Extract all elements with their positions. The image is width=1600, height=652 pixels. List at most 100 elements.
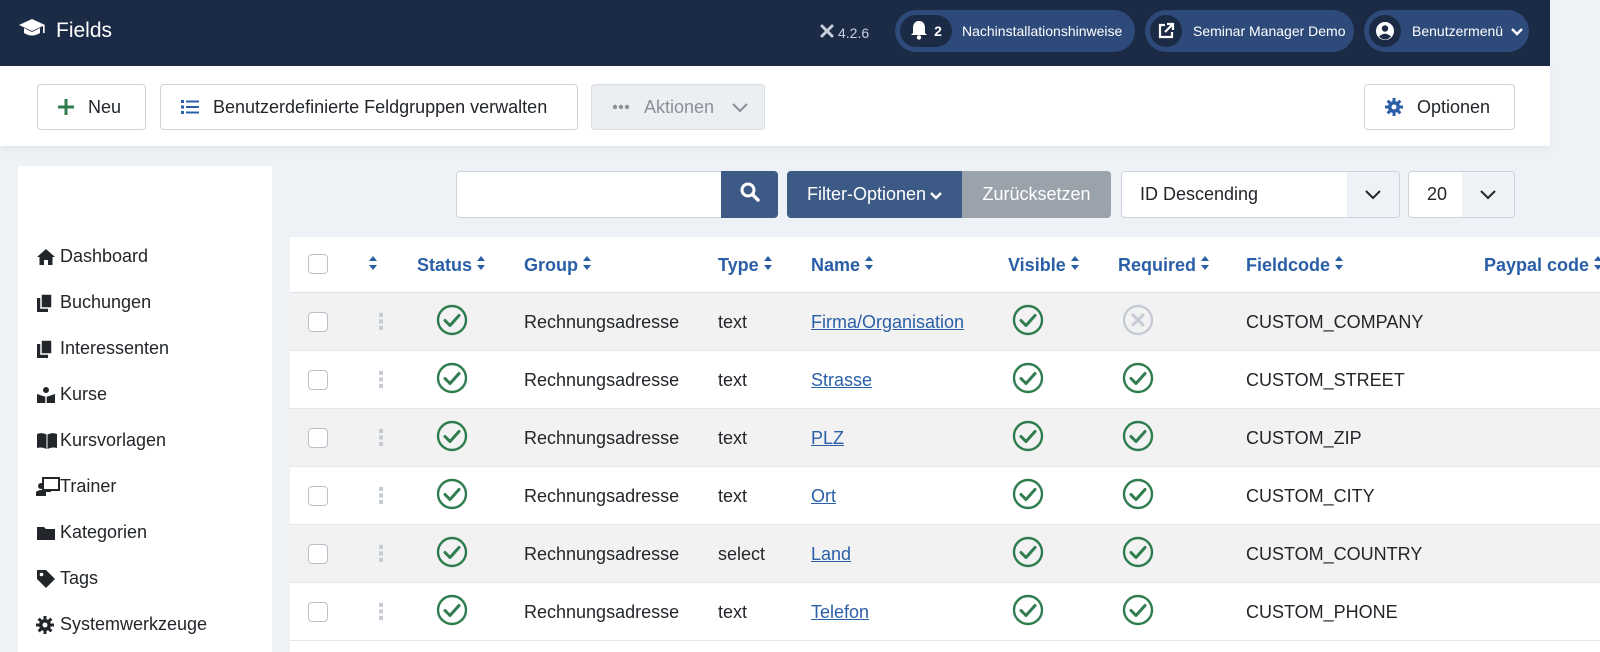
drag-handle-icon[interactable]: ⋮ (370, 525, 392, 583)
fields-table: Status Group Type Name Visible Required … (290, 237, 1600, 652)
required-toggle[interactable] (1122, 467, 1154, 525)
row-checkbox[interactable] (308, 467, 328, 525)
column-type[interactable]: Type (718, 255, 773, 276)
search-input[interactable] (456, 171, 722, 218)
drag-handle-icon[interactable]: ⋮ (370, 351, 392, 409)
required-toggle[interactable] (1122, 525, 1154, 583)
sidebar-item-kursvorlagen[interactable]: Kursvorlagen (36, 430, 166, 451)
site-link-label: Seminar Manager Demo (1193, 23, 1346, 39)
field-name-link[interactable]: Strasse (811, 370, 872, 391)
chevron-down-icon (1462, 172, 1514, 217)
sidebar-item-tags[interactable]: Tags (36, 568, 98, 589)
sidebar-item-systemwerkzeuge[interactable]: Systemwerkzeuge (36, 614, 207, 635)
ordering-sort[interactable] (368, 255, 378, 276)
column-label: Name (811, 255, 861, 275)
required-toggle[interactable] (1122, 293, 1154, 351)
required-toggle[interactable] (1122, 351, 1154, 409)
column-name[interactable]: Name (811, 255, 874, 276)
required-toggle[interactable] (1122, 409, 1154, 467)
group-cell: Rechnungsadresse (524, 427, 680, 448)
column-group[interactable]: Group (524, 255, 592, 276)
drag-handle-icon[interactable]: ⋮ (370, 409, 392, 467)
home-icon (36, 248, 60, 266)
check-circle-icon (1012, 362, 1044, 399)
sort-icon (476, 255, 486, 276)
status-toggle[interactable] (436, 293, 468, 351)
required-toggle[interactable] (1122, 583, 1154, 641)
new-button[interactable]: Neu (37, 84, 146, 130)
table-row: ⋮ Rechnungsadresse text Ort CUSTOM_CITY (290, 467, 1600, 525)
sidebar-item-label: Kursvorlagen (60, 430, 167, 450)
visible-toggle[interactable] (1012, 351, 1044, 409)
check-circle-icon (1122, 536, 1154, 573)
column-required[interactable]: Required (1118, 255, 1210, 276)
check-circle-icon (1012, 594, 1044, 631)
field-name-link[interactable]: Land (811, 544, 851, 565)
site-link-button[interactable]: Seminar Manager Demo (1145, 10, 1354, 52)
select-all-checkbox[interactable] (308, 254, 328, 274)
fieldcode-cell: CUSTOM_COUNTRY (1246, 543, 1423, 564)
plus-icon (58, 99, 74, 115)
search-button[interactable] (721, 171, 778, 218)
visible-toggle[interactable] (1012, 467, 1044, 525)
check-circle-icon (1122, 362, 1154, 399)
sort-icon (763, 255, 773, 276)
column-fieldcode[interactable]: Fieldcode (1246, 255, 1344, 276)
sidebar-item-label: Tags (60, 568, 99, 588)
status-toggle[interactable] (436, 583, 468, 641)
column-paypal-code[interactable]: Paypal code (1484, 255, 1600, 276)
filter-options-button[interactable]: Filter-Optionen (787, 171, 962, 218)
sort-icon (1334, 255, 1344, 276)
options-label: Optionen (1417, 96, 1491, 117)
actions-dropdown[interactable]: Aktionen (591, 84, 765, 130)
row-checkbox[interactable] (308, 293, 328, 351)
field-name-link[interactable]: PLZ (811, 428, 844, 449)
ordering-select[interactable]: ID Descending (1121, 171, 1400, 218)
check-circle-icon (1122, 420, 1154, 457)
field-name-link[interactable]: Firma/Organisation (811, 312, 964, 333)
version-number: 4.2.6 (838, 24, 870, 41)
sidebar-item-buchungen[interactable]: Buchungen (36, 292, 151, 313)
column-label: Paypal code (1484, 255, 1590, 275)
reset-button[interactable]: Zurücksetzen (962, 171, 1111, 218)
sidebar-item-dashboard[interactable]: Dashboard (36, 246, 148, 267)
table-row: ⋮ Rechnungsadresse text Firma/Organisation C… (290, 293, 1600, 351)
column-status[interactable]: Status (417, 255, 486, 276)
type-cell: text (718, 427, 748, 448)
status-toggle[interactable] (436, 525, 468, 583)
field-name-link[interactable]: Ort (811, 486, 836, 507)
sidebar-item-trainer[interactable]: Trainer (36, 476, 116, 497)
page-title: Fields (56, 18, 113, 42)
check-circle-icon (436, 304, 468, 341)
field-name-link[interactable]: Telefon (811, 602, 869, 623)
status-toggle[interactable] (436, 351, 468, 409)
post-install-button[interactable]: 2 Nachinstallationshinweise (895, 10, 1135, 52)
list-limit-select[interactable]: 20 (1408, 171, 1515, 218)
drag-handle-icon[interactable]: ⋮ (370, 467, 392, 525)
user-menu-button[interactable]: Benutzermenü (1364, 10, 1529, 52)
visible-toggle[interactable] (1012, 525, 1044, 583)
manage-field-groups-button[interactable]: Benutzerdefinierte Feldgruppen verwalten (160, 84, 578, 130)
status-toggle[interactable] (436, 409, 468, 467)
row-checkbox[interactable] (308, 409, 328, 467)
visible-toggle[interactable] (1012, 293, 1044, 351)
row-checkbox[interactable] (308, 525, 328, 583)
visible-toggle[interactable] (1012, 583, 1044, 641)
drag-handle-icon[interactable]: ⋮ (370, 293, 392, 351)
sidebar-item-interessenten[interactable]: Interessenten (36, 338, 169, 359)
row-checkbox[interactable] (308, 351, 328, 409)
sidebar-item-kurse[interactable]: Kurse (36, 384, 107, 405)
table-row: ⋮ Rechnungsadresse text Strasse CUSTOM_STREE… (290, 351, 1600, 409)
drag-handle-icon[interactable]: ⋮ (370, 583, 392, 641)
visible-toggle[interactable] (1012, 409, 1044, 467)
status-toggle[interactable] (436, 467, 468, 525)
chevron-down-icon (1511, 23, 1523, 39)
options-button[interactable]: Optionen (1364, 84, 1515, 130)
name-cell: PLZ (811, 409, 844, 467)
row-checkbox[interactable] (308, 583, 328, 641)
column-visible[interactable]: Visible (1008, 255, 1080, 276)
copy-icon (36, 338, 60, 359)
sidebar-item-kategorien[interactable]: Kategorien (36, 522, 147, 543)
column-label: Group (524, 255, 578, 275)
course-icon (36, 386, 60, 404)
